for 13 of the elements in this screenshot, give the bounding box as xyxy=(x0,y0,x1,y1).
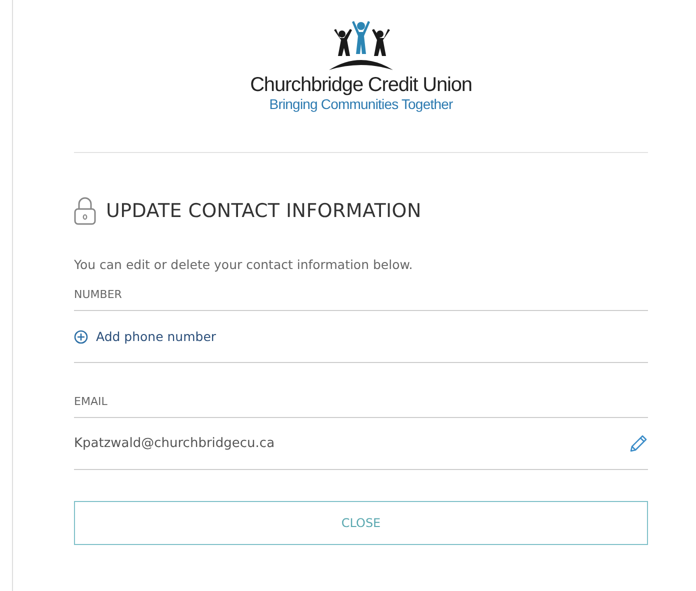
add-phone-link[interactable]: Add phone number xyxy=(74,329,216,344)
add-icon xyxy=(74,330,88,344)
logo-name: Churchbridge Credit Union xyxy=(250,74,472,96)
pencil-icon[interactable] xyxy=(629,434,648,453)
intro-text: You can edit or delete your contact information below. xyxy=(74,257,414,272)
section-label: NUMBER xyxy=(74,288,648,311)
add-phone-label: Add phone number xyxy=(96,329,216,344)
logo-figures-icon xyxy=(328,20,394,72)
logo-tagline: Bringing Communities Together xyxy=(269,96,453,112)
section-label: EMAIL xyxy=(74,395,648,418)
email-value: Kpatzwald@churchbridgecu.ca xyxy=(74,436,275,451)
page-title: UPDATE CONTACT INFORMATION xyxy=(106,200,422,222)
padlock-icon xyxy=(74,197,96,225)
